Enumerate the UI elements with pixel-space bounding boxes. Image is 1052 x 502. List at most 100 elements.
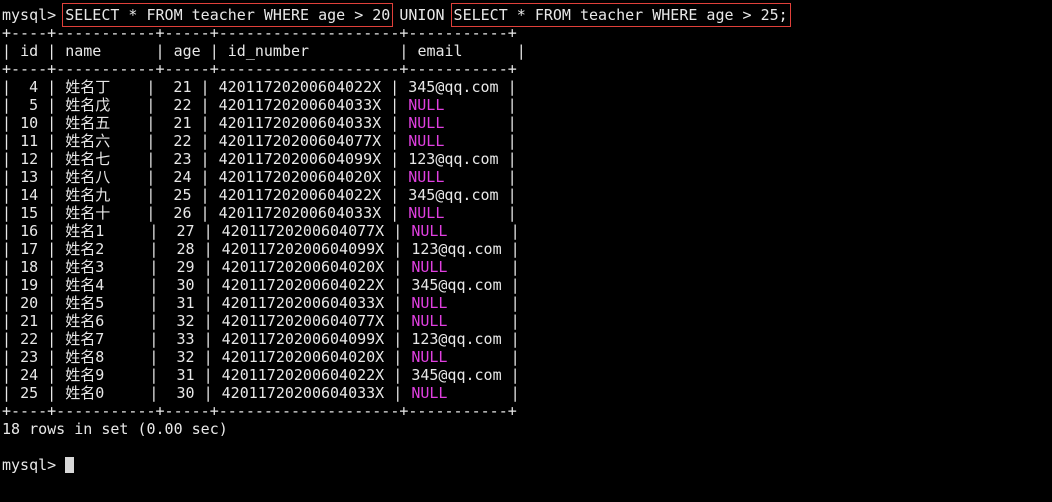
cell-id: 23 bbox=[20, 348, 39, 366]
table-row: | 22 | 姓名7 | 33 | 42011720200604099X | 1… bbox=[2, 330, 1048, 348]
cell-name: 姓名7 bbox=[65, 330, 141, 348]
column-separator: | bbox=[501, 276, 520, 294]
cell-id-number: 42011720200604020X bbox=[221, 348, 385, 366]
column-separator: | bbox=[194, 222, 222, 240]
cell-id-number: 42011720200604099X bbox=[221, 330, 385, 348]
cell-id: 11 bbox=[20, 132, 39, 150]
cell-email-null: NULL bbox=[411, 294, 502, 312]
column-separator: | bbox=[191, 114, 219, 132]
table-row: | 11 | 姓名六 | 22 | 42011720200604077X | N… bbox=[2, 132, 1048, 150]
column-separator: | bbox=[38, 42, 66, 60]
column-separator: | bbox=[38, 294, 66, 312]
table-row: | 20 | 姓名5 | 31 | 42011720200604033X | N… bbox=[2, 294, 1048, 312]
cell-id-number: 42011720200604077X bbox=[221, 312, 385, 330]
cell-age: 22 bbox=[164, 132, 192, 150]
column-separator: | bbox=[381, 78, 409, 96]
cell-name: 姓名七 bbox=[65, 150, 138, 168]
cell-name: 姓名八 bbox=[65, 168, 138, 186]
column-separator: | bbox=[140, 294, 168, 312]
column-separator: | bbox=[381, 168, 409, 186]
column-separator: | bbox=[38, 78, 66, 96]
column-separator: | bbox=[137, 96, 165, 114]
cell-id-number: 42011720200604020X bbox=[221, 258, 385, 276]
column-separator: | bbox=[384, 312, 412, 330]
terminal-window[interactable]: mysql> SELECT * FROM teacher WHERE age >… bbox=[2, 3, 1048, 498]
cell-age: 21 bbox=[164, 78, 192, 96]
column-separator: | bbox=[38, 168, 66, 186]
column-separator: | bbox=[384, 222, 412, 240]
column-separator: | bbox=[191, 78, 219, 96]
header-name: name bbox=[65, 42, 147, 60]
column-separator: | bbox=[498, 168, 517, 186]
column-separator: | bbox=[38, 384, 66, 402]
table-row: | 23 | 姓名8 | 32 | 42011720200604020X | N… bbox=[2, 348, 1048, 366]
column-separator: | bbox=[498, 96, 517, 114]
column-separator: | bbox=[140, 276, 168, 294]
cell-email: 123@qq.com bbox=[408, 150, 499, 168]
cell-id-number: 42011720200604020X bbox=[218, 168, 382, 186]
cell-id-number: 42011720200604022X bbox=[218, 186, 382, 204]
column-separator: | bbox=[140, 312, 168, 330]
column-separator: | bbox=[381, 132, 409, 150]
cell-age: 31 bbox=[167, 366, 195, 384]
column-separator: | bbox=[191, 96, 219, 114]
cell-age: 32 bbox=[167, 312, 195, 330]
column-separator: | bbox=[38, 312, 66, 330]
cell-age: 31 bbox=[167, 294, 195, 312]
cell-age: 21 bbox=[164, 114, 192, 132]
column-separator: | bbox=[2, 294, 21, 312]
column-separator: | bbox=[498, 204, 517, 222]
cell-id: 15 bbox=[20, 204, 39, 222]
cursor-block bbox=[65, 457, 75, 473]
header-id: id bbox=[20, 42, 39, 60]
column-separator: | bbox=[384, 330, 412, 348]
cell-id: 4 bbox=[20, 78, 39, 96]
column-separator: | bbox=[146, 42, 174, 60]
cell-id-number: 42011720200604077X bbox=[221, 222, 385, 240]
cell-age: 28 bbox=[167, 240, 195, 258]
column-separator: | bbox=[2, 348, 21, 366]
column-separator: | bbox=[390, 42, 418, 60]
cell-age: 27 bbox=[167, 222, 195, 240]
column-separator: | bbox=[140, 258, 168, 276]
cell-id: 17 bbox=[20, 240, 39, 258]
column-separator: | bbox=[2, 42, 21, 60]
column-separator: | bbox=[137, 78, 165, 96]
column-separator: | bbox=[384, 276, 412, 294]
column-separator: | bbox=[140, 240, 168, 258]
table-header-row: | id | name | age | id_number | email | bbox=[2, 42, 1048, 60]
column-separator: | bbox=[38, 132, 66, 150]
result-summary: 18 rows in set (0.00 sec) bbox=[2, 420, 228, 438]
cell-id: 16 bbox=[20, 222, 39, 240]
cell-id-number: 42011720200604033X bbox=[218, 114, 382, 132]
cell-id-number: 42011720200604099X bbox=[221, 240, 385, 258]
column-separator: | bbox=[501, 330, 520, 348]
table-row: | 13 | 姓名八 | 24 | 42011720200604020X | N… bbox=[2, 168, 1048, 186]
column-separator: | bbox=[2, 168, 21, 186]
column-separator: | bbox=[38, 222, 66, 240]
column-separator: | bbox=[191, 204, 219, 222]
column-separator: | bbox=[194, 312, 222, 330]
cell-age: 26 bbox=[164, 204, 192, 222]
column-separator: | bbox=[38, 240, 66, 258]
column-separator: | bbox=[2, 222, 21, 240]
column-separator: | bbox=[137, 186, 165, 204]
cell-id: 19 bbox=[20, 276, 39, 294]
input-line[interactable]: mysql> bbox=[2, 456, 1048, 474]
cell-email: 345@qq.com bbox=[408, 78, 499, 96]
column-separator: | bbox=[381, 150, 409, 168]
table-row: | 18 | 姓名3 | 29 | 42011720200604020X | N… bbox=[2, 258, 1048, 276]
cell-name: 姓名8 bbox=[65, 348, 141, 366]
cell-id: 10 bbox=[20, 114, 39, 132]
cell-email: 345@qq.com bbox=[411, 366, 502, 384]
column-separator: | bbox=[140, 330, 168, 348]
cell-id-number: 42011720200604099X bbox=[218, 150, 382, 168]
cell-id-number: 42011720200604033X bbox=[218, 96, 382, 114]
cell-age: 23 bbox=[164, 150, 192, 168]
cell-email: 123@qq.com bbox=[411, 330, 502, 348]
cell-id-number: 42011720200604033X bbox=[221, 384, 385, 402]
cell-age: 29 bbox=[167, 258, 195, 276]
cell-name: 姓名五 bbox=[65, 114, 138, 132]
mysql-prompt: mysql> bbox=[2, 6, 66, 24]
